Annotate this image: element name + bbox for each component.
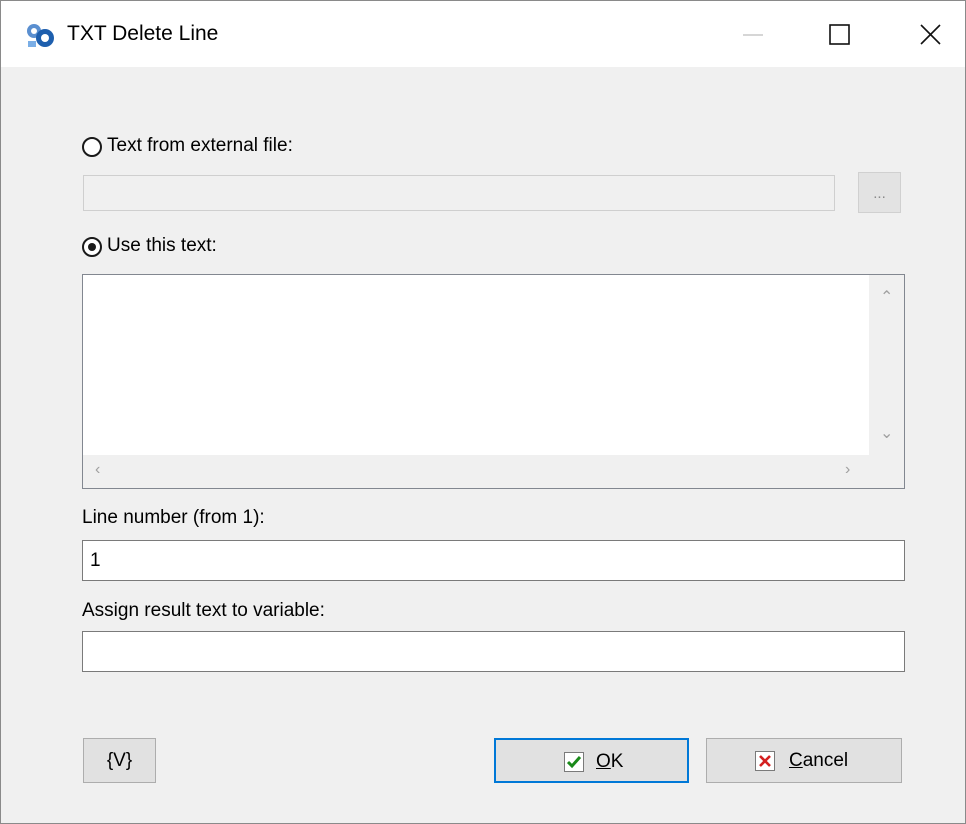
x-icon: [755, 751, 775, 771]
minimize-button[interactable]: [709, 1, 799, 67]
scrollbar-corner: [869, 455, 904, 488]
scroll-up-icon[interactable]: ⌃: [880, 287, 893, 307]
external-file-path-input[interactable]: [83, 175, 835, 211]
assign-variable-input[interactable]: [82, 631, 905, 672]
vertical-scrollbar[interactable]: ⌃ ⌄: [869, 275, 904, 455]
assign-variable-label: Assign result text to variable:: [82, 600, 325, 621]
line-number-input[interactable]: 1: [82, 540, 905, 581]
gears-icon: [27, 24, 54, 47]
check-icon: [564, 752, 584, 772]
ok-label: OK: [596, 751, 624, 772]
browse-file-button[interactable]: ...: [858, 172, 901, 213]
window-title: TXT Delete Line: [67, 22, 219, 45]
scroll-down-icon[interactable]: ⌄: [880, 423, 893, 443]
ok-button[interactable]: OK: [494, 738, 689, 783]
maximize-icon: [829, 24, 850, 45]
line-number-label: Line number (from 1):: [82, 507, 265, 528]
text-memo[interactable]: ⌃ ⌄ ‹ ›: [82, 274, 905, 489]
close-icon: [920, 24, 941, 45]
external-file-radio[interactable]: [82, 137, 102, 157]
maximize-button[interactable]: [795, 1, 885, 67]
external-file-label[interactable]: Text from external file:: [107, 135, 293, 157]
horizontal-scrollbar[interactable]: ‹ ›: [83, 455, 869, 488]
close-button[interactable]: [881, 1, 965, 67]
dialog-window: TXT Delete Line Text from external file:…: [0, 0, 966, 824]
cancel-label: Cancel: [789, 750, 849, 771]
scroll-left-icon[interactable]: ‹: [95, 461, 100, 479]
radio-selected-dot: [88, 243, 96, 251]
cancel-button[interactable]: Cancel: [706, 738, 902, 783]
use-text-label[interactable]: Use this text:: [107, 235, 217, 257]
title-bar[interactable]: TXT Delete Line: [1, 1, 965, 67]
scroll-right-icon[interactable]: ›: [845, 461, 850, 479]
variables-button[interactable]: {V}: [83, 738, 156, 783]
use-text-radio[interactable]: [82, 237, 102, 257]
minimize-icon: [743, 34, 763, 36]
